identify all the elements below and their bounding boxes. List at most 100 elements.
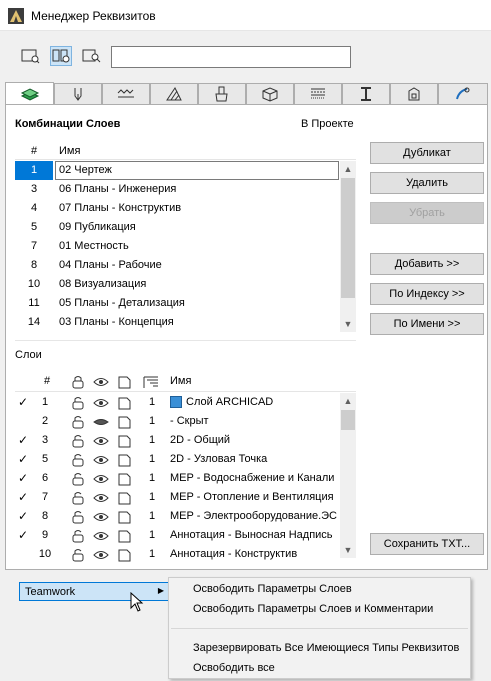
layer-row[interactable]: ✓ 3 1 2D - Общий — [15, 431, 340, 450]
teamwork-menu-button[interactable]: Teamwork ▶ — [19, 582, 169, 601]
layer-combinations-list[interactable]: # Имя 1 02 Чертеж 3 06 Планы - Инженерия 4 07… — [15, 142, 356, 332]
scroll-down-arrow-icon[interactable]: ▼ — [340, 542, 356, 558]
layer-checkmark-icon[interactable]: ✓ — [18, 395, 28, 409]
layer-checkmark-icon[interactable]: ✓ — [18, 528, 28, 542]
visible-eye-icon[interactable] — [92, 395, 110, 411]
mouse-cursor-icon — [130, 592, 144, 612]
unlock-icon[interactable] — [69, 452, 87, 468]
scroll-up-arrow-icon[interactable]: ▲ — [340, 393, 356, 409]
layer-checkmark-icon[interactable]: ✓ — [18, 471, 28, 485]
tab-profiles[interactable] — [342, 83, 390, 104]
title-bar[interactable]: Менеджер Реквизитов — [0, 0, 491, 31]
solid-model-icon[interactable] — [115, 528, 133, 544]
unlock-icon[interactable] — [69, 490, 87, 506]
tab-fills[interactable] — [150, 83, 198, 104]
save-txt-button[interactable]: Сохранить ТХТ... — [370, 533, 484, 555]
scroll-down-arrow-icon[interactable]: ▼ — [340, 316, 356, 332]
delete-button[interactable]: Удалить — [370, 172, 484, 194]
layers-scrollbar[interactable]: ▲ ▼ — [340, 393, 356, 558]
remove-button[interactable]: Убрать — [370, 202, 484, 224]
solid-model-icon[interactable] — [115, 490, 133, 506]
menu-item-reserve-all-attribute-types[interactable]: Зарезервировать Все Имеющиеся Типы Рекви… — [193, 642, 459, 654]
visible-eye-icon[interactable] — [92, 509, 110, 525]
solid-model-icon[interactable] — [115, 452, 133, 468]
col-header-number: # — [44, 375, 51, 387]
combinations-scrollbar[interactable]: ▲ ▼ — [340, 161, 356, 332]
duplicate-button[interactable]: Дубликат — [370, 142, 484, 164]
solid-model-icon[interactable] — [115, 509, 133, 525]
visible-eye-icon[interactable] — [92, 471, 110, 487]
tab-pens[interactable] — [54, 83, 102, 104]
tab-building-materials[interactable] — [246, 83, 294, 104]
add-button[interactable]: Добавить >> — [370, 253, 484, 275]
unlock-icon[interactable] — [69, 471, 87, 487]
visibility-column-icon — [93, 378, 109, 386]
visible-eye-icon[interactable] — [92, 452, 110, 468]
tab-layers[interactable] — [5, 82, 54, 105]
layers-list[interactable]: # Имя ✓ 1 1 Слой ARCHICAD 2 1 - Скрыт ✓ 3 1 2D - О… — [15, 372, 356, 562]
list-view-button[interactable] — [19, 46, 41, 66]
search-input[interactable] — [111, 46, 351, 68]
layer-row[interactable]: ✓ 9 1 Аннотация - Выносная Надпись — [15, 526, 340, 545]
visible-eye-icon[interactable] — [92, 490, 110, 506]
menu-item-release-all[interactable]: Освободить все — [193, 662, 275, 674]
layer-checkmark-icon[interactable]: ✓ — [18, 452, 28, 466]
layer-row[interactable]: 2 1 - Скрыт — [15, 412, 340, 431]
visible-eye-icon[interactable] — [92, 547, 110, 563]
scroll-thumb[interactable] — [341, 410, 355, 430]
layer-row[interactable]: ✓ 1 1 Слой ARCHICAD — [15, 393, 340, 412]
menu-item-release-layer-settings[interactable]: Освободить Параметры Слоев — [193, 583, 352, 595]
combination-name: 01 Местность — [59, 240, 129, 252]
combination-row[interactable]: 14 03 Планы - Концепция — [15, 313, 340, 332]
layer-row[interactable]: ✓ 8 1 MEP - Электрооборудование.ЭС — [15, 507, 340, 526]
layer-row[interactable]: ✓ 6 1 MEP - Водоснабжение и Канали — [15, 469, 340, 488]
combination-row[interactable]: 11 05 Планы - Детализация — [15, 294, 340, 313]
by-index-button[interactable]: По Индексу >> — [370, 283, 484, 305]
layer-checkmark-icon[interactable]: ✓ — [18, 509, 28, 523]
layer-number: 8 — [41, 510, 49, 522]
tab-line-types[interactable] — [102, 83, 150, 104]
line-types-icon — [117, 89, 134, 98]
tab-mep-systems[interactable] — [438, 83, 488, 104]
solid-model-icon[interactable] — [115, 395, 133, 411]
combination-number: 1 — [15, 161, 53, 180]
combination-row[interactable]: 10 08 Визуализация — [15, 275, 340, 294]
pen-icon — [74, 88, 82, 101]
split-view-button[interactable] — [50, 46, 72, 66]
unlock-icon[interactable] — [69, 414, 87, 430]
tab-surfaces[interactable] — [198, 83, 246, 104]
combination-row[interactable]: 7 01 Местность — [15, 237, 340, 256]
layer-checkmark-icon[interactable]: ✓ — [18, 490, 28, 504]
unlock-icon[interactable] — [69, 395, 87, 411]
combination-row[interactable]: 5 09 Публикация — [15, 218, 340, 237]
layer-row[interactable]: ✓ 7 1 MEP - Отопление и Вентиляция — [15, 488, 340, 507]
layer-row[interactable]: 10 1 Аннотация - Конструктив — [15, 545, 340, 564]
combination-row[interactable]: 3 06 Планы - Инженерия — [15, 180, 340, 199]
combination-row[interactable]: 4 07 Планы - Конструктив — [15, 199, 340, 218]
solid-model-icon[interactable] — [115, 471, 133, 487]
hidden-eye-icon[interactable] — [92, 414, 110, 430]
menu-item-release-layer-settings-comments[interactable]: Освободить Параметры Слоев и Комментарии — [193, 603, 433, 615]
combination-row[interactable]: 8 04 Планы - Рабочие — [15, 256, 340, 275]
solid-model-icon[interactable] — [115, 547, 133, 563]
tab-zone-categories[interactable] — [390, 83, 438, 104]
combination-name: 03 Планы - Концепция — [59, 316, 174, 328]
scroll-thumb[interactable] — [341, 178, 355, 298]
solid-model-icon[interactable] — [115, 433, 133, 449]
unlock-icon[interactable] — [69, 547, 87, 563]
layer-name: Аннотация - Конструктив — [170, 548, 298, 560]
tab-composites[interactable] — [294, 83, 342, 104]
layer-checkmark-icon[interactable]: ✓ — [18, 433, 28, 447]
visible-eye-icon[interactable] — [92, 433, 110, 449]
by-name-button[interactable]: По Имени >> — [370, 313, 484, 335]
layer-row[interactable]: ✓ 5 1 2D - Узловая Точка — [15, 450, 340, 469]
unlock-icon[interactable] — [69, 509, 87, 525]
unlock-icon[interactable] — [69, 433, 87, 449]
intersection-group-number: 1 — [148, 434, 156, 446]
solid-model-icon[interactable] — [115, 414, 133, 430]
combination-row[interactable]: 1 02 Чертеж — [15, 161, 340, 180]
visible-eye-icon[interactable] — [92, 528, 110, 544]
preview-view-button[interactable] — [80, 46, 102, 66]
scroll-up-arrow-icon[interactable]: ▲ — [340, 161, 356, 177]
unlock-icon[interactable] — [69, 528, 87, 544]
